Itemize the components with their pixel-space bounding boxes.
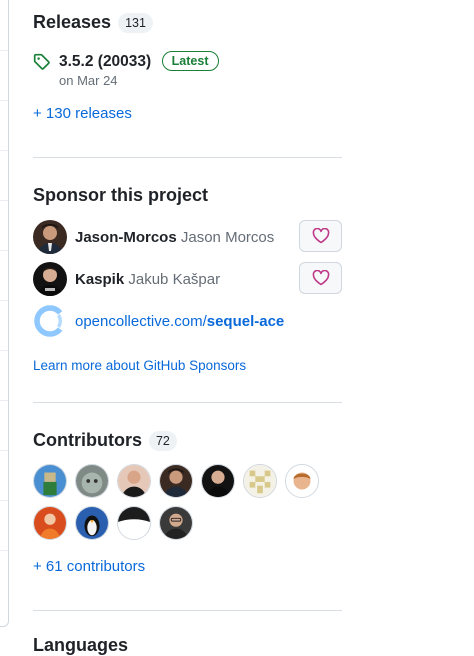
contributor-avatar[interactable] [117, 464, 151, 498]
contributor-avatar[interactable] [159, 506, 193, 540]
contributor-avatar[interactable] [243, 464, 277, 498]
opencollective-link[interactable]: opencollective.com/sequel-ace [75, 313, 284, 330]
contributor-avatar[interactable] [33, 506, 67, 540]
sponsor-fullname: Jason Morcos [180, 228, 275, 246]
learn-more-sponsors-link[interactable]: Learn more about GitHub Sponsors [33, 358, 342, 373]
opencollective-slug: sequel-ace [206, 312, 285, 330]
contributors-title: Contributors [33, 430, 142, 450]
tag-icon [33, 53, 50, 70]
contributor-avatar[interactable] [33, 464, 67, 498]
sponsors-section: Sponsor this project Jason-Morcos Jason … [33, 158, 342, 402]
release-name[interactable]: 3.5.2 (20033) [59, 53, 151, 70]
heart-icon [312, 228, 329, 244]
more-contributors-link[interactable]: + 61 contributors [33, 558, 342, 575]
sidebar: Releases 131 3.5.2 (20033) Latest on Mar… [33, 0, 342, 656]
contributor-avatar[interactable] [159, 464, 193, 498]
sponsor-row: Kaspik Jakub Kašpar [33, 262, 342, 296]
opencollective-row: opencollective.com/sequel-ace [33, 304, 342, 338]
opencollective-prefix: opencollective.com/ [75, 312, 207, 330]
left-panel-edge [0, 0, 9, 627]
latest-badge: Latest [161, 51, 219, 71]
contributor-avatar[interactable] [75, 506, 109, 540]
sponsors-title: Sponsor this project [33, 185, 209, 205]
avatar[interactable] [33, 220, 67, 254]
opencollective-logo-icon [34, 305, 67, 337]
sponsor-login[interactable]: Kaspik [75, 271, 124, 288]
contributor-avatars [33, 464, 333, 540]
contributor-avatar[interactable] [75, 464, 109, 498]
releases-count: 131 [118, 12, 153, 33]
sponsors-heading: Sponsor this project [33, 185, 342, 206]
contributors-count: 72 [148, 430, 177, 451]
languages-section: Languages [33, 611, 342, 656]
sponsor-button[interactable] [299, 220, 342, 252]
sponsor-login[interactable]: Jason-Morcos [75, 229, 177, 246]
releases-title: Releases [33, 12, 112, 32]
sponsor-fullname: Jakub Kašpar [128, 270, 221, 288]
releases-heading[interactable]: Releases 131 [33, 12, 342, 33]
contributors-section: Contributors 72 + 61 contributors [33, 403, 342, 610]
sponsor-row: Jason-Morcos Jason Morcos [33, 220, 342, 254]
contributor-avatar[interactable] [201, 464, 235, 498]
contributors-heading[interactable]: Contributors 72 [33, 430, 342, 451]
contributor-avatar[interactable] [117, 506, 151, 540]
sponsor-button[interactable] [299, 262, 342, 294]
heart-icon [312, 270, 329, 286]
latest-release[interactable]: 3.5.2 (20033) Latest on Mar 24 [33, 51, 342, 88]
contributor-avatar[interactable] [285, 464, 319, 498]
more-releases-link[interactable]: + 130 releases [33, 105, 342, 122]
releases-section: Releases 131 3.5.2 (20033) Latest on Mar… [33, 0, 342, 157]
release-date: on Mar 24 [59, 73, 118, 88]
avatar[interactable] [33, 262, 67, 296]
